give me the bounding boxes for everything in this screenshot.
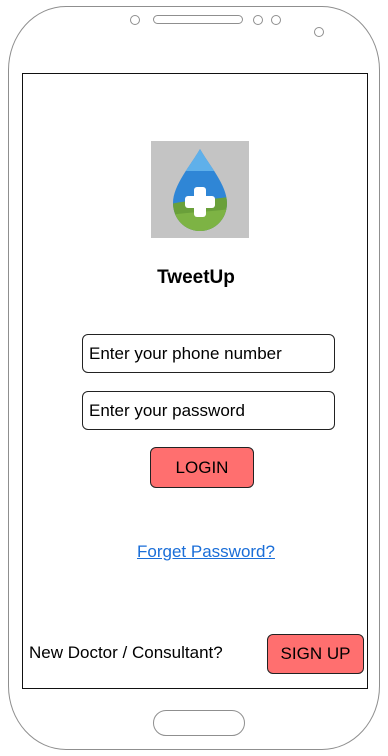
- login-button[interactable]: LOGIN: [150, 447, 254, 488]
- phone-number-input[interactable]: [82, 334, 335, 373]
- sensor-dot-icon: [271, 15, 281, 25]
- device-frame: TweetUp LOGIN Forget Password? New Docto…: [0, 0, 388, 756]
- signup-prompt: New Doctor / Consultant?: [29, 643, 223, 662]
- medical-drop-logo-icon: [151, 141, 249, 238]
- sensor-dot-icon: [253, 15, 263, 25]
- app-logo: [151, 141, 249, 238]
- forgot-password-link[interactable]: Forget Password?: [23, 542, 388, 562]
- app-screen: TweetUp LOGIN Forget Password? New Docto…: [22, 73, 368, 689]
- speaker-grille: [153, 15, 243, 24]
- camera-lens-icon: [314, 27, 324, 37]
- password-input[interactable]: [82, 391, 335, 430]
- app-title: TweetUp: [157, 267, 235, 288]
- home-button[interactable]: [153, 710, 245, 736]
- front-camera-icon: [130, 15, 140, 25]
- signup-button[interactable]: SIGN UP: [267, 634, 364, 674]
